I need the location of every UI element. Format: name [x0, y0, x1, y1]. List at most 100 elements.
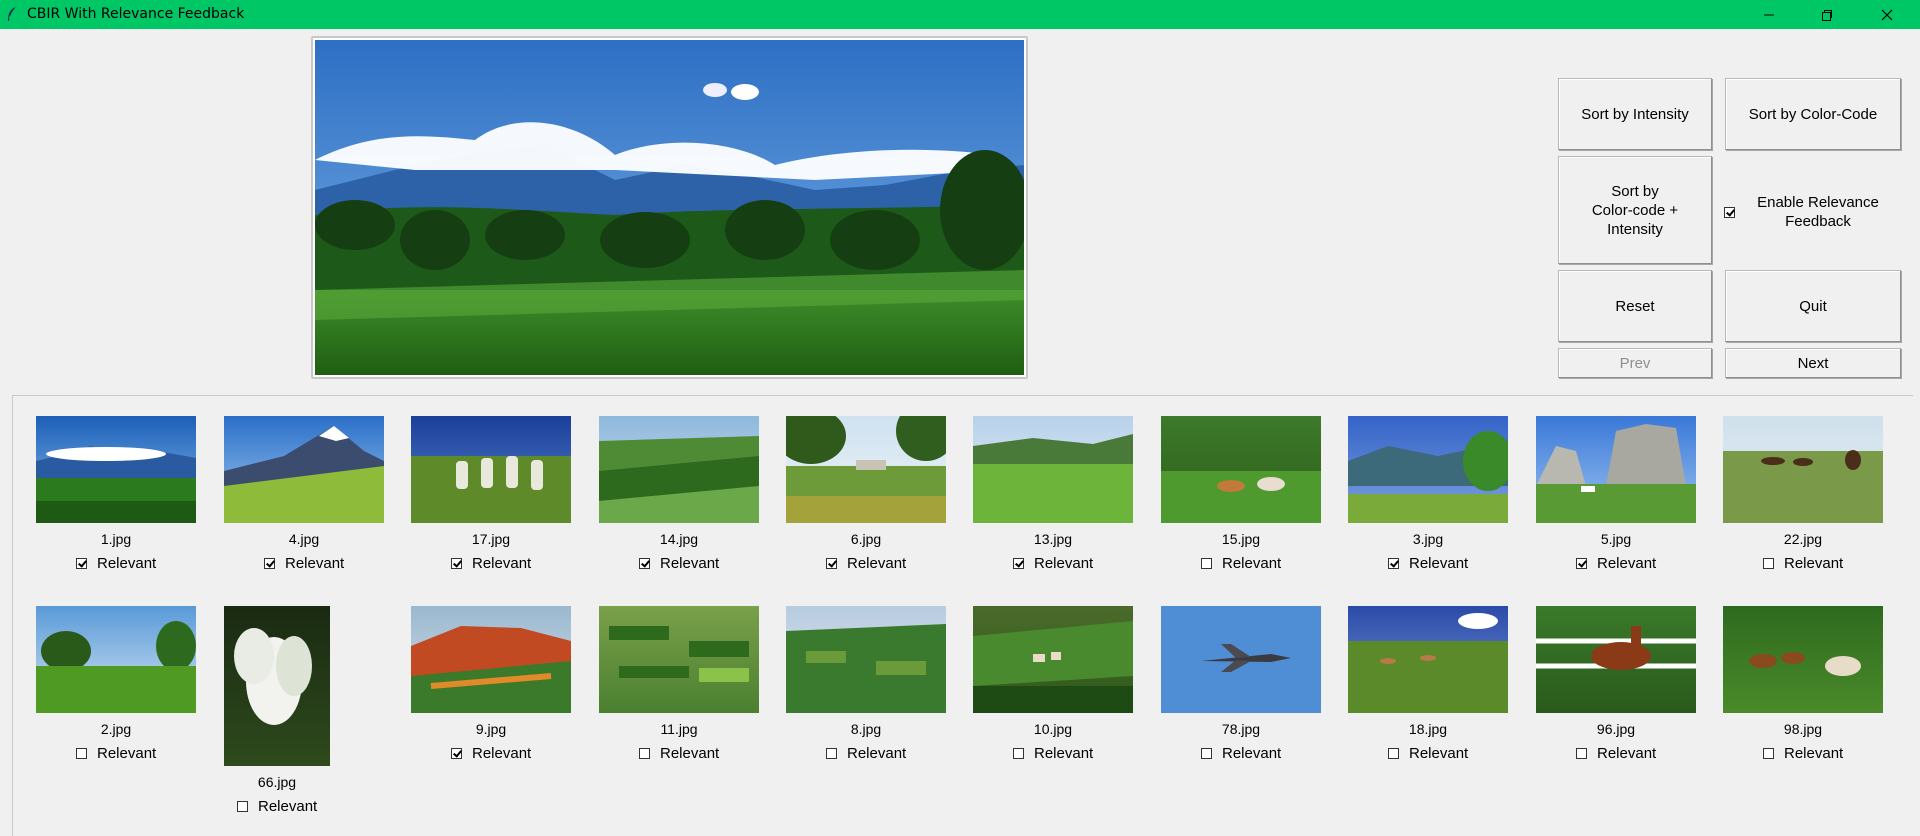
relevant-checkbox[interactable]	[451, 558, 462, 569]
sort-combined-line-1: Sort by	[1611, 182, 1659, 200]
result-filename: 96.jpg	[1596, 721, 1636, 737]
relevant-label: Relevant	[1597, 555, 1657, 572]
relevant-checkbox-row[interactable]: Relevant	[1576, 555, 1656, 572]
relevant-label: Relevant	[1597, 745, 1657, 762]
result-thumbnail[interactable]	[973, 416, 1133, 523]
result-thumbnail[interactable]	[1348, 606, 1508, 713]
result-thumbnail[interactable]	[411, 606, 571, 713]
reset-button[interactable]: Reset	[1558, 270, 1712, 342]
relevant-checkbox-row[interactable]: Relevant	[1763, 745, 1843, 762]
relevant-checkbox[interactable]	[264, 558, 275, 569]
result-thumbnail[interactable]	[36, 416, 196, 523]
restore-button[interactable]	[1798, 0, 1856, 29]
relevant-label: Relevant	[660, 555, 720, 572]
minimize-button[interactable]	[1740, 0, 1798, 29]
relevant-checkbox-row[interactable]: Relevant	[1388, 555, 1468, 572]
relevant-checkbox[interactable]	[1576, 748, 1587, 759]
relevant-checkbox[interactable]	[826, 748, 837, 759]
query-image-preview	[311, 36, 1028, 379]
result-thumbnail[interactable]	[1161, 416, 1321, 523]
relevant-checkbox-row[interactable]: Relevant	[639, 555, 719, 572]
result-thumbnail[interactable]	[1348, 416, 1508, 523]
next-button[interactable]: Next	[1725, 348, 1901, 378]
relevant-checkbox[interactable]	[639, 748, 650, 759]
result-thumbnail[interactable]	[599, 606, 759, 713]
relevant-label: Relevant	[660, 745, 720, 762]
enable-relevance-checkbox[interactable]	[1724, 206, 1735, 218]
result-thumbnail[interactable]	[786, 606, 946, 713]
relevant-checkbox[interactable]	[237, 801, 248, 812]
relevant-label: Relevant	[97, 555, 157, 572]
relevant-checkbox[interactable]	[1013, 558, 1024, 569]
relevant-checkbox[interactable]	[1576, 558, 1587, 569]
result-thumbnail[interactable]	[786, 416, 946, 523]
thumbnail-image	[36, 606, 196, 713]
result-filename: 9.jpg	[475, 721, 507, 737]
result-thumbnail[interactable]	[1723, 606, 1883, 713]
sort-color-code-button[interactable]: Sort by Color-Code	[1725, 78, 1901, 150]
thumbnail-image	[1536, 416, 1696, 523]
relevant-checkbox-row[interactable]: Relevant	[451, 555, 531, 572]
result-thumbnail[interactable]	[224, 416, 384, 523]
relevant-checkbox[interactable]	[1013, 748, 1024, 759]
sort-combined-button[interactable]: Sort by Color-code + Intensity	[1558, 156, 1712, 264]
result-filename: 1.jpg	[100, 531, 132, 547]
relevant-checkbox-row[interactable]: Relevant	[1201, 745, 1281, 762]
thumbnail-image	[1723, 606, 1883, 713]
result-thumbnail[interactable]	[411, 416, 571, 523]
relevant-checkbox-row[interactable]: Relevant	[826, 745, 906, 762]
relevant-checkbox[interactable]	[1763, 748, 1774, 759]
result-thumbnail[interactable]	[1536, 606, 1696, 713]
relevant-checkbox[interactable]	[1201, 748, 1212, 759]
thumbnail-image	[36, 416, 196, 523]
relevant-checkbox-row[interactable]: Relevant	[639, 745, 719, 762]
relevant-checkbox[interactable]	[639, 558, 650, 569]
thumbnail-image	[224, 606, 330, 766]
relevant-checkbox[interactable]	[76, 558, 87, 569]
result-thumbnail[interactable]	[224, 606, 330, 766]
thumbnail-image	[1161, 416, 1321, 523]
relevant-checkbox-row[interactable]: Relevant	[1201, 555, 1281, 572]
thumbnail-image	[1161, 606, 1321, 713]
relevant-checkbox-row[interactable]: Relevant	[237, 798, 317, 815]
relevant-checkbox-row[interactable]: Relevant	[76, 745, 156, 762]
result-filename: 10.jpg	[1033, 721, 1073, 737]
relevant-checkbox-row[interactable]: Relevant	[1013, 555, 1093, 572]
relevant-checkbox[interactable]	[451, 748, 462, 759]
relevant-checkbox-row[interactable]: Relevant	[451, 745, 531, 762]
relevant-checkbox[interactable]	[1388, 748, 1399, 759]
result-thumbnail[interactable]	[1536, 416, 1696, 523]
result-thumbnail[interactable]	[1161, 606, 1321, 713]
relevant-checkbox-row[interactable]: Relevant	[264, 555, 344, 572]
title-bar: CBIR With Relevance Feedback	[0, 0, 1920, 29]
result-filename: 3.jpg	[1412, 531, 1444, 547]
relevant-checkbox[interactable]	[1388, 558, 1399, 569]
thumbnail-image	[599, 606, 759, 713]
result-thumbnail[interactable]	[36, 606, 196, 713]
thumbnail-image	[411, 606, 571, 713]
result-thumbnail[interactable]	[599, 416, 759, 523]
sort-combined-line-3: Intensity	[1607, 220, 1663, 238]
relevant-label: Relevant	[285, 555, 345, 572]
relevant-checkbox-row[interactable]: Relevant	[826, 555, 906, 572]
relevant-checkbox[interactable]	[76, 748, 87, 759]
relevant-checkbox[interactable]	[1763, 558, 1774, 569]
result-thumbnail[interactable]	[973, 606, 1133, 713]
relevant-label: Relevant	[1784, 555, 1844, 572]
enable-relevance-feedback[interactable]: Enable Relevance Feedback	[1724, 188, 1900, 236]
prev-button[interactable]: Prev	[1558, 348, 1712, 378]
relevant-label: Relevant	[1034, 555, 1094, 572]
relevant-checkbox-row[interactable]: Relevant	[1576, 745, 1656, 762]
relevant-checkbox-row[interactable]: Relevant	[76, 555, 156, 572]
relevant-checkbox[interactable]	[1201, 558, 1212, 569]
quit-button[interactable]: Quit	[1725, 270, 1901, 342]
relevant-checkbox-row[interactable]: Relevant	[1763, 555, 1843, 572]
relevant-checkbox-row[interactable]: Relevant	[1013, 745, 1093, 762]
relevant-checkbox[interactable]	[826, 558, 837, 569]
minimize-icon	[1764, 14, 1774, 15]
relevant-checkbox-row[interactable]: Relevant	[1388, 745, 1468, 762]
result-thumbnail[interactable]	[1723, 416, 1883, 523]
close-button[interactable]	[1858, 0, 1916, 29]
sort-intensity-button[interactable]: Sort by Intensity	[1558, 78, 1712, 150]
result-filename: 22.jpg	[1783, 531, 1823, 547]
